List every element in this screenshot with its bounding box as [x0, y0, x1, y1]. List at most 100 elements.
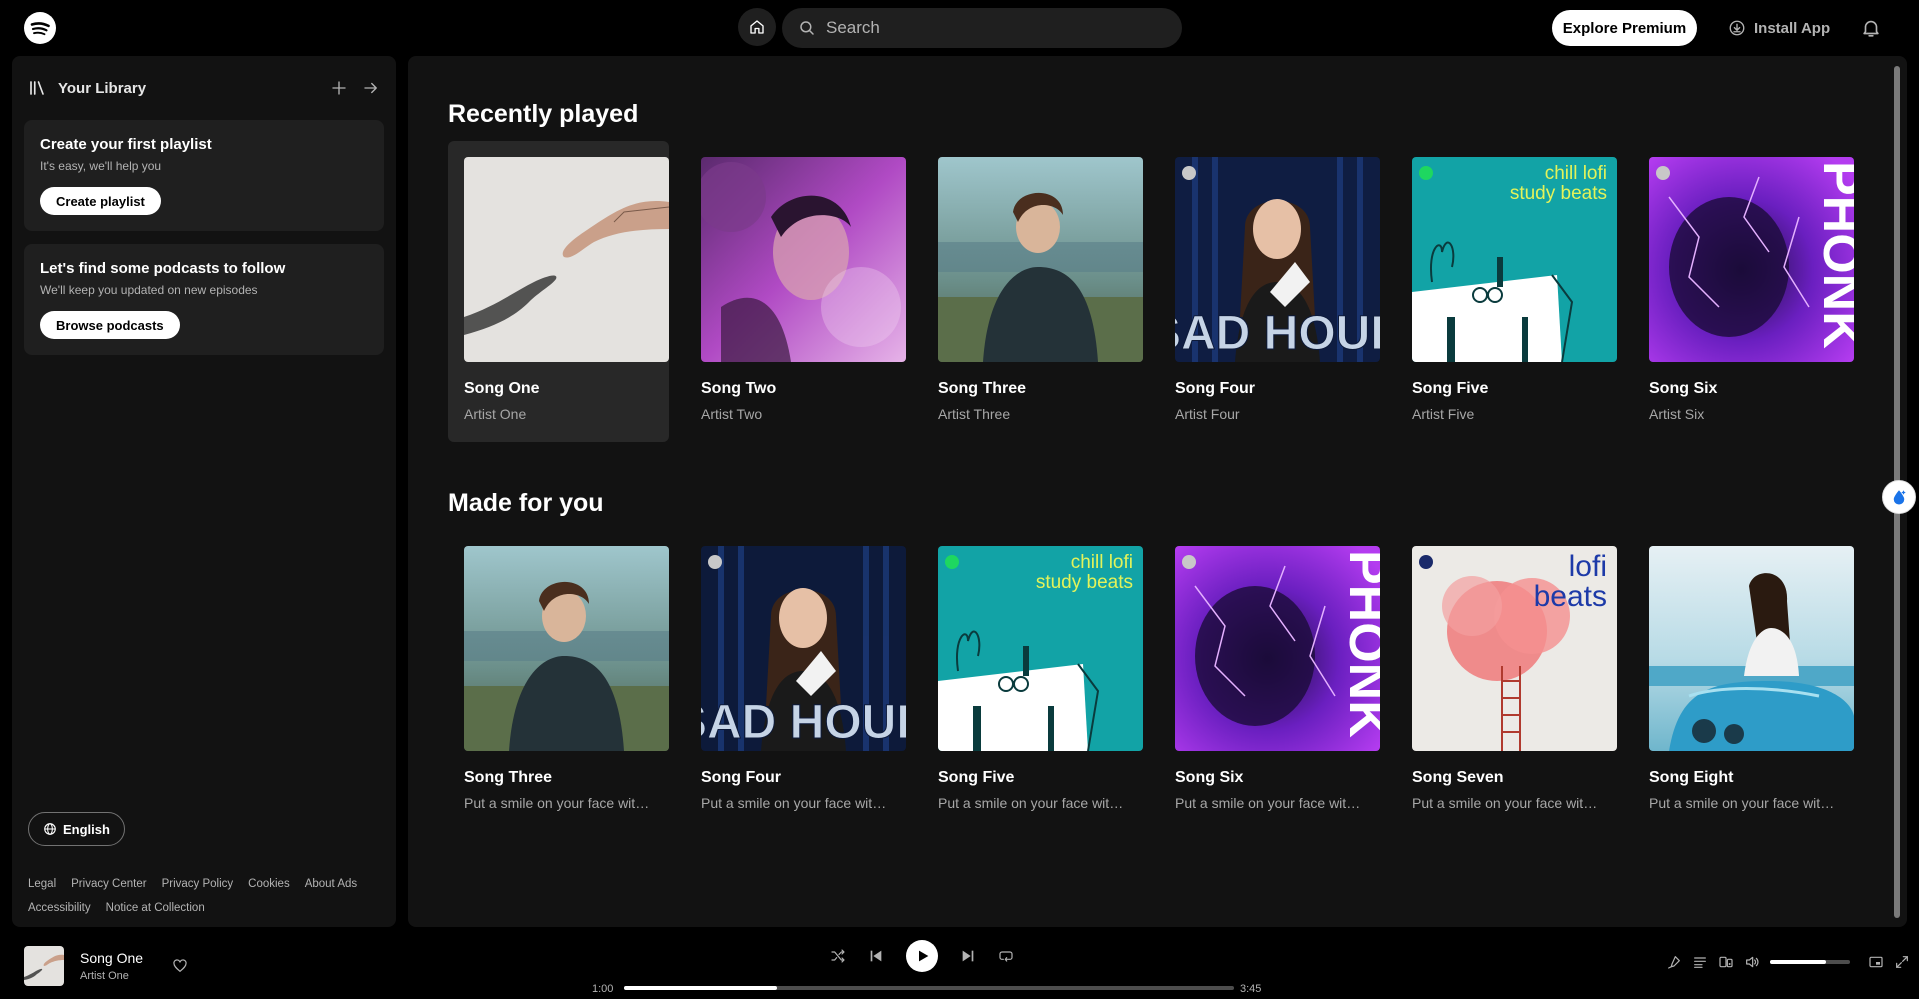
- search-placeholder: Search: [826, 18, 880, 37]
- album-cover: SAD HOUR: [701, 546, 906, 751]
- made-card-1[interactable]: Song Three Put a smile on your face with…: [448, 530, 669, 831]
- card-title: Song Five: [938, 769, 1015, 786]
- plus-icon[interactable]: [330, 79, 348, 97]
- microphone-icon[interactable]: [1666, 954, 1682, 970]
- library-title[interactable]: Your Library: [58, 80, 146, 97]
- progress-bar[interactable]: [624, 986, 1234, 990]
- connect-device-icon[interactable]: [1718, 954, 1734, 970]
- cover-text-chill-lofi: chill lofi: [1071, 552, 1133, 573]
- privacy-policy-link[interactable]: Privacy Policy: [162, 872, 234, 896]
- player-bar: Song One Artist One 1:00 3:45: [0, 928, 1919, 999]
- now-playing-cover[interactable]: [24, 946, 64, 986]
- create-playlist-button[interactable]: Create playlist: [40, 187, 161, 215]
- now-playing-title[interactable]: Song One: [80, 950, 143, 966]
- privacy-center-link[interactable]: Privacy Center: [71, 872, 146, 896]
- library-icon[interactable]: [28, 79, 46, 97]
- library-header: Your Library: [28, 72, 380, 104]
- spotify-logo-icon[interactable]: [24, 12, 56, 44]
- progress-fill: [624, 986, 777, 990]
- previous-icon[interactable]: [868, 948, 884, 964]
- volume-icon[interactable]: [1744, 954, 1760, 970]
- made-card-4[interactable]: PHONK Song Six Put a smile on your face …: [1159, 530, 1380, 831]
- card-subtitle: Put a smile on your face with t…: [1175, 795, 1364, 811]
- now-playing-artist[interactable]: Artist One: [80, 970, 129, 982]
- card-title: Song Six: [1649, 380, 1718, 397]
- card-title: Song Six: [1175, 769, 1244, 786]
- cover-text-study-beats: study beats: [1510, 183, 1607, 204]
- install-app-button[interactable]: Install App: [1728, 17, 1830, 39]
- home-button[interactable]: [738, 8, 776, 46]
- recent-card-3[interactable]: Song Three Artist Three: [922, 141, 1143, 442]
- card-subtitle: Artist Three: [938, 406, 1011, 422]
- recent-card-5[interactable]: chill lofi study beats Song Five Artist F…: [1396, 141, 1617, 442]
- download-icon: [1729, 20, 1745, 36]
- create-playlist-title: Create your first playlist: [40, 136, 212, 153]
- notice-at-collection-link[interactable]: Notice at Collection: [106, 896, 205, 920]
- globe-icon: [44, 823, 56, 835]
- album-cover: chill lofi study beats: [1412, 157, 1617, 362]
- heart-icon[interactable]: [172, 958, 188, 974]
- cover-text-lofi: lofi: [1569, 550, 1607, 583]
- podcasts-card: Let's find some podcasts to follow We'll…: [24, 244, 384, 355]
- accessibility-link[interactable]: Accessibility: [28, 896, 91, 920]
- card-title: Song Five: [1412, 380, 1489, 397]
- browse-podcasts-button[interactable]: Browse podcasts: [40, 311, 180, 339]
- about-ads-link[interactable]: About Ads: [305, 872, 357, 896]
- explore-premium-button[interactable]: Explore Premium: [1552, 10, 1697, 46]
- made-card-6[interactable]: Song Eight Put a smile on your face with…: [1633, 530, 1854, 831]
- search-input[interactable]: Search: [782, 8, 1182, 48]
- language-button[interactable]: English: [28, 812, 125, 846]
- current-time: 1:00: [592, 983, 614, 995]
- volume-slider[interactable]: [1770, 960, 1850, 964]
- top-bar: Search Explore Premium Install App: [0, 0, 1919, 55]
- fullscreen-icon[interactable]: [1894, 954, 1910, 970]
- card-subtitle: Artist Five: [1412, 406, 1475, 422]
- install-app-label: Install App: [1754, 19, 1831, 37]
- album-cover: [1649, 546, 1854, 751]
- miniplayer-icon[interactable]: [1868, 954, 1884, 970]
- recent-card-2[interactable]: Song Two Artist Two: [685, 141, 906, 442]
- recent-card-1[interactable]: Song One Artist One: [448, 141, 669, 442]
- shuffle-icon[interactable]: [830, 948, 846, 964]
- total-time: 3:45: [1240, 983, 1262, 995]
- recent-card-6[interactable]: PHONK Song Six Artist Six: [1633, 141, 1854, 442]
- made-card-2[interactable]: SAD HOUR Song Four Put a smile on your f…: [685, 530, 906, 831]
- recent-card-4[interactable]: SAD HOUR Song Four Artist Four: [1159, 141, 1380, 442]
- album-cover: PHONK: [1175, 546, 1380, 751]
- recently-played-title[interactable]: Recently played: [448, 100, 638, 129]
- card-subtitle: Put a smile on your face with t…: [1412, 795, 1601, 811]
- repeat-icon[interactable]: [998, 948, 1014, 964]
- play-button[interactable]: [906, 940, 938, 972]
- queue-icon[interactable]: [1692, 954, 1708, 970]
- album-cover: [464, 546, 669, 751]
- card-title: Song Two: [701, 380, 777, 397]
- card-subtitle: Put a smile on your face with t…: [1649, 795, 1838, 811]
- podcasts-subtitle: We'll keep you updated on new episodes: [40, 283, 258, 297]
- made-card-5[interactable]: lofi beats Song Seven Put a smile on your…: [1396, 530, 1617, 831]
- cover-text-sad-hour: SAD HOUR: [1175, 307, 1380, 360]
- card-subtitle: Put a smile on your face with t…: [701, 795, 890, 811]
- album-cover: PHONK: [1649, 157, 1854, 362]
- library-sidebar: Your Library Create your first playlist …: [12, 56, 396, 927]
- podcasts-title: Let's find some podcasts to follow: [40, 260, 286, 277]
- album-cover: SAD HOUR: [1175, 157, 1380, 362]
- made-for-you-title[interactable]: Made for you: [448, 489, 604, 518]
- bell-icon[interactable]: [1860, 17, 1882, 39]
- made-card-3[interactable]: chill lofi study beats Song Five Put a sm…: [922, 530, 1143, 831]
- arrow-right-icon[interactable]: [362, 79, 380, 97]
- card-title: Song Four: [701, 769, 781, 786]
- floating-extension-button[interactable]: [1882, 480, 1916, 514]
- main-content: Recently played Song One Artist One Song…: [408, 56, 1907, 927]
- album-cover: chill lofi study beats: [938, 546, 1143, 751]
- legal-link[interactable]: Legal: [28, 872, 56, 896]
- cover-text-sad-hour: SAD HOUR: [701, 696, 906, 749]
- next-icon[interactable]: [960, 948, 976, 964]
- cookies-link[interactable]: Cookies: [248, 872, 290, 896]
- cover-text-phonk: PHONK: [1338, 550, 1380, 738]
- search-icon: [800, 21, 814, 35]
- card-title: Song Eight: [1649, 769, 1734, 786]
- legal-links: Legal Privacy Center Privacy Policy Cookies…: [28, 872, 388, 920]
- album-cover: [701, 157, 906, 362]
- volume-fill: [1770, 960, 1826, 964]
- recently-played-row: Song One Artist One Song Two Artist Two …: [448, 141, 1854, 442]
